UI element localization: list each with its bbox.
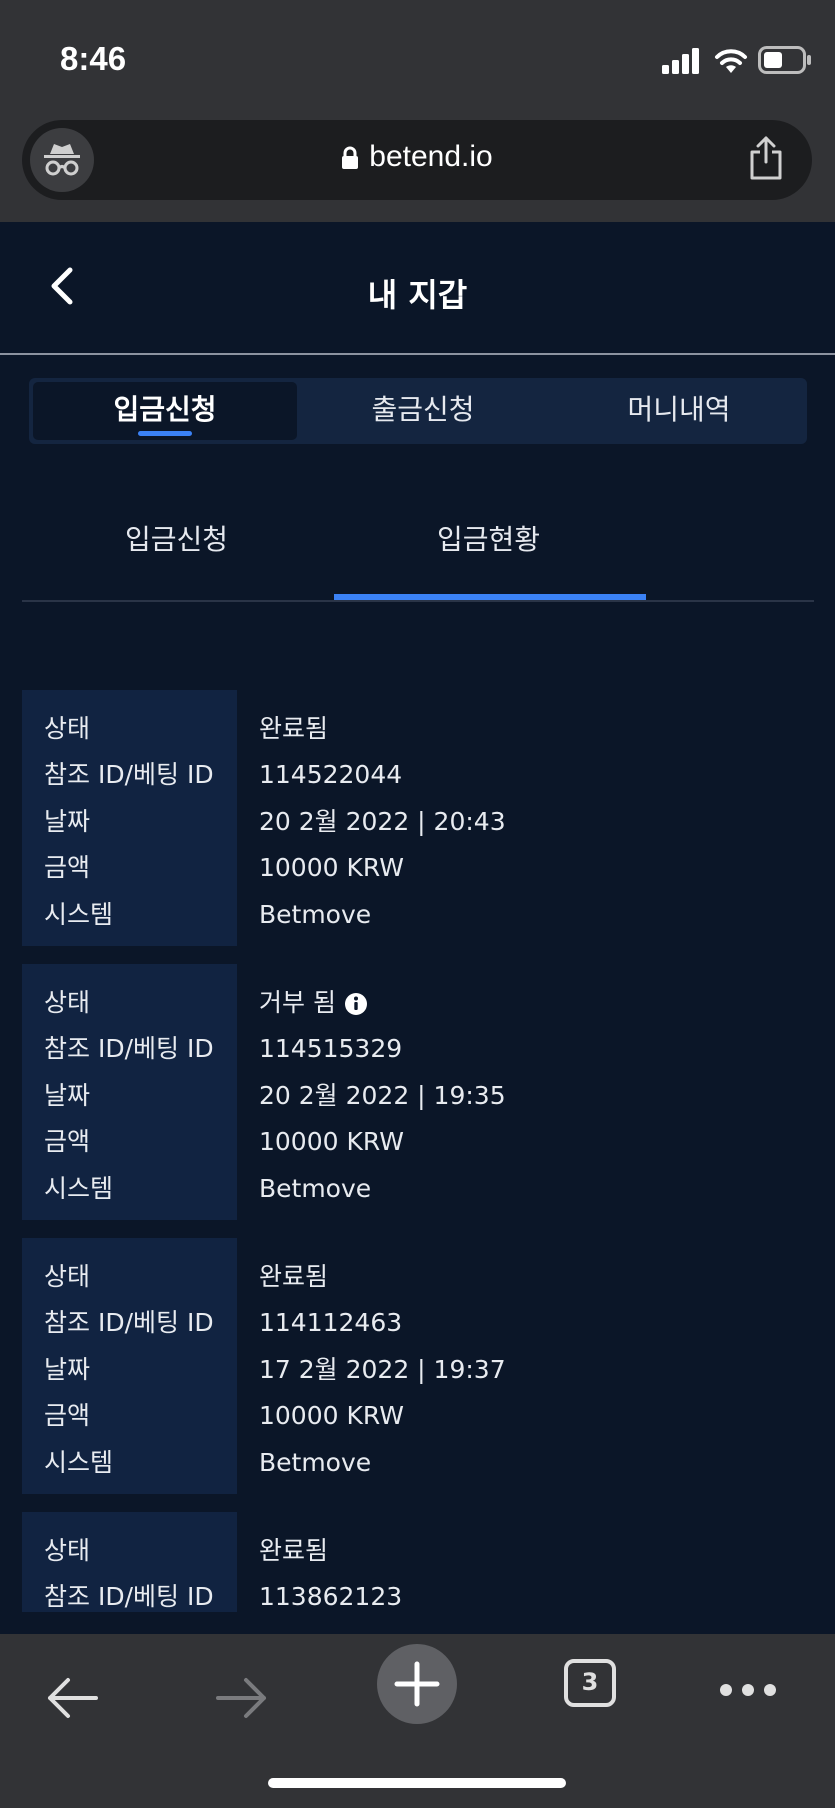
value-text: 20 2월 2022 | 20:43 — [259, 807, 506, 836]
field-value-status: 거부 됨 — [259, 980, 368, 1026]
battery-icon — [758, 46, 811, 74]
field-value-ref-id: 114112463 — [259, 1300, 402, 1346]
wifi-icon — [715, 49, 747, 73]
value-text: 거부 됨 — [259, 988, 336, 1017]
value-text: 17 2월 2022 | 19:37 — [259, 1355, 506, 1384]
field-label-status: 상태 — [44, 1536, 91, 1565]
field-label-ref-id: 참조 ID/베팅 ID — [44, 1308, 214, 1337]
value-text: 114522044 — [259, 760, 403, 789]
value-text: 완료됨 — [259, 714, 329, 743]
value-text: 완료됨 — [259, 1536, 329, 1565]
app-header: 내 지갑 — [0, 222, 835, 355]
deposit-record: 상태 완료됨참조 ID/베팅 ID 114112463 날짜 17 2월 2022 | … — [22, 1238, 814, 1494]
tab-label: 입금신청 — [113, 393, 217, 426]
wallet-tabs: 입금신청 출금신청 머니내역 — [29, 378, 807, 444]
field-value-amount: 10000 KRW — [259, 1393, 404, 1439]
value-text: Betmove — [259, 1448, 372, 1477]
address-bar[interactable]: betend.io — [22, 120, 812, 200]
tab-switcher-button[interactable]: 3 — [563, 1658, 617, 1708]
field-value-date: 20 2월 2022 | 19:35 — [259, 1073, 506, 1119]
value-text: 20 2월 2022 | 19:35 — [259, 1081, 506, 1110]
status-time: 8:46 — [60, 40, 127, 77]
field-value-system: Betmove — [259, 1440, 371, 1486]
page-title: 내 지갑 — [367, 276, 468, 314]
tab-money-history[interactable]: 머니내역 — [551, 382, 807, 440]
deposit-record: 상태완료됨참조 ID/베팅 ID113862123날짜금액시스템 — [22, 1512, 814, 1612]
deposit-record: 상태 거부 됨참조 ID/베팅 ID 114515329 날짜 20 2월 2022 |… — [22, 964, 814, 1220]
new-tab-plus-icon[interactable] — [377, 1644, 457, 1724]
share-icon[interactable] — [748, 136, 784, 180]
subtab-deposit-status[interactable]: 입금현황 — [437, 518, 540, 558]
field-value-date: 17 2월 2022 | 19:37 — [259, 1347, 506, 1393]
lock-icon — [342, 146, 359, 170]
tab-label: 출금신청 — [371, 393, 475, 426]
value-text: 10000 KRW — [259, 1401, 404, 1430]
field-value-status: 완료됨 — [259, 1528, 328, 1574]
cellular-signal-icon — [662, 48, 699, 74]
subtab-deposit-request[interactable]: 입금신청 — [125, 518, 228, 558]
tab-count: 3 — [581, 1668, 599, 1696]
value-text: Betmove — [259, 1174, 372, 1203]
field-value-amount: 10000 KRW — [259, 845, 404, 891]
forward-arrow-icon[interactable] — [214, 1676, 270, 1720]
field-label-ref-id: 참조 ID/베팅 ID — [44, 1582, 214, 1611]
deposit-subtabs: 입금신청 입금현황 — [22, 490, 814, 602]
field-value-ref-id: 114515329 — [259, 1026, 402, 1072]
field-label-status: 상태 — [44, 1262, 91, 1291]
url-text: betend.io — [369, 140, 493, 173]
field-value-system: Betmove — [259, 892, 371, 938]
value-text: 10000 KRW — [259, 853, 404, 882]
field-label-date: 날짜 — [44, 1355, 91, 1384]
deposit-records-list[interactable]: 상태 완료됨 참조 ID/베팅 ID 114522044 날짜 20 2월 2022 | … — [0, 690, 835, 1612]
back-arrow-icon[interactable] — [44, 1676, 100, 1720]
field-value-system: Betmove — [259, 1166, 371, 1212]
field-label-status: 상태 — [44, 714, 91, 743]
field-label-amount: 금액 — [44, 853, 91, 882]
value-text: 114515329 — [259, 1034, 403, 1063]
more-menu-icon[interactable] — [718, 1682, 778, 1698]
field-label-amount: 금액 — [44, 1401, 91, 1430]
value-text: 113862123 — [259, 1582, 403, 1611]
field-value-ref-id: 113862123 — [259, 1574, 402, 1612]
field-label-ref-id: 참조 ID/베팅 ID — [44, 760, 214, 789]
field-label-date: 날짜 — [44, 1081, 91, 1110]
subtab-active-indicator — [334, 594, 646, 600]
field-label-amount: 금액 — [44, 1127, 91, 1156]
field-value-status: 완료됨 — [259, 706, 328, 752]
value-text: 완료됨 — [259, 1262, 329, 1291]
field-label-status: 상태 — [44, 988, 91, 1017]
tab-withdraw-request[interactable]: 출금신청 — [295, 382, 551, 440]
value-text: 114112463 — [259, 1308, 403, 1337]
status-bar: 8:46 — [0, 0, 835, 112]
home-indicator — [268, 1778, 566, 1788]
field-value-date: 20 2월 2022 | 20:43 — [259, 799, 506, 845]
field-label-ref-id: 참조 ID/베팅 ID — [44, 1034, 214, 1063]
tab-deposit-request[interactable]: 입금신청 — [33, 382, 297, 440]
field-value-ref-id: 114522044 — [259, 752, 402, 798]
value-text: Betmove — [259, 900, 372, 929]
deposit-record: 상태 완료됨참조 ID/베팅 ID 114522044 날짜 20 2월 2022 | … — [22, 690, 814, 946]
field-value-amount: 10000 KRW — [259, 1119, 404, 1165]
info-icon[interactable] — [344, 992, 368, 1016]
tab-active-indicator — [138, 431, 192, 436]
field-value-status: 완료됨 — [259, 1254, 328, 1300]
browser-toolbar: betend.io — [0, 112, 835, 222]
field-label-date: 날짜 — [44, 807, 91, 836]
value-text: 10000 KRW — [259, 1127, 404, 1156]
url-display[interactable]: betend.io — [22, 140, 812, 174]
tab-label: 머니내역 — [627, 393, 731, 426]
field-label-system: 시스템 — [44, 1448, 114, 1477]
field-label-system: 시스템 — [44, 900, 114, 929]
field-label-system: 시스템 — [44, 1174, 114, 1203]
